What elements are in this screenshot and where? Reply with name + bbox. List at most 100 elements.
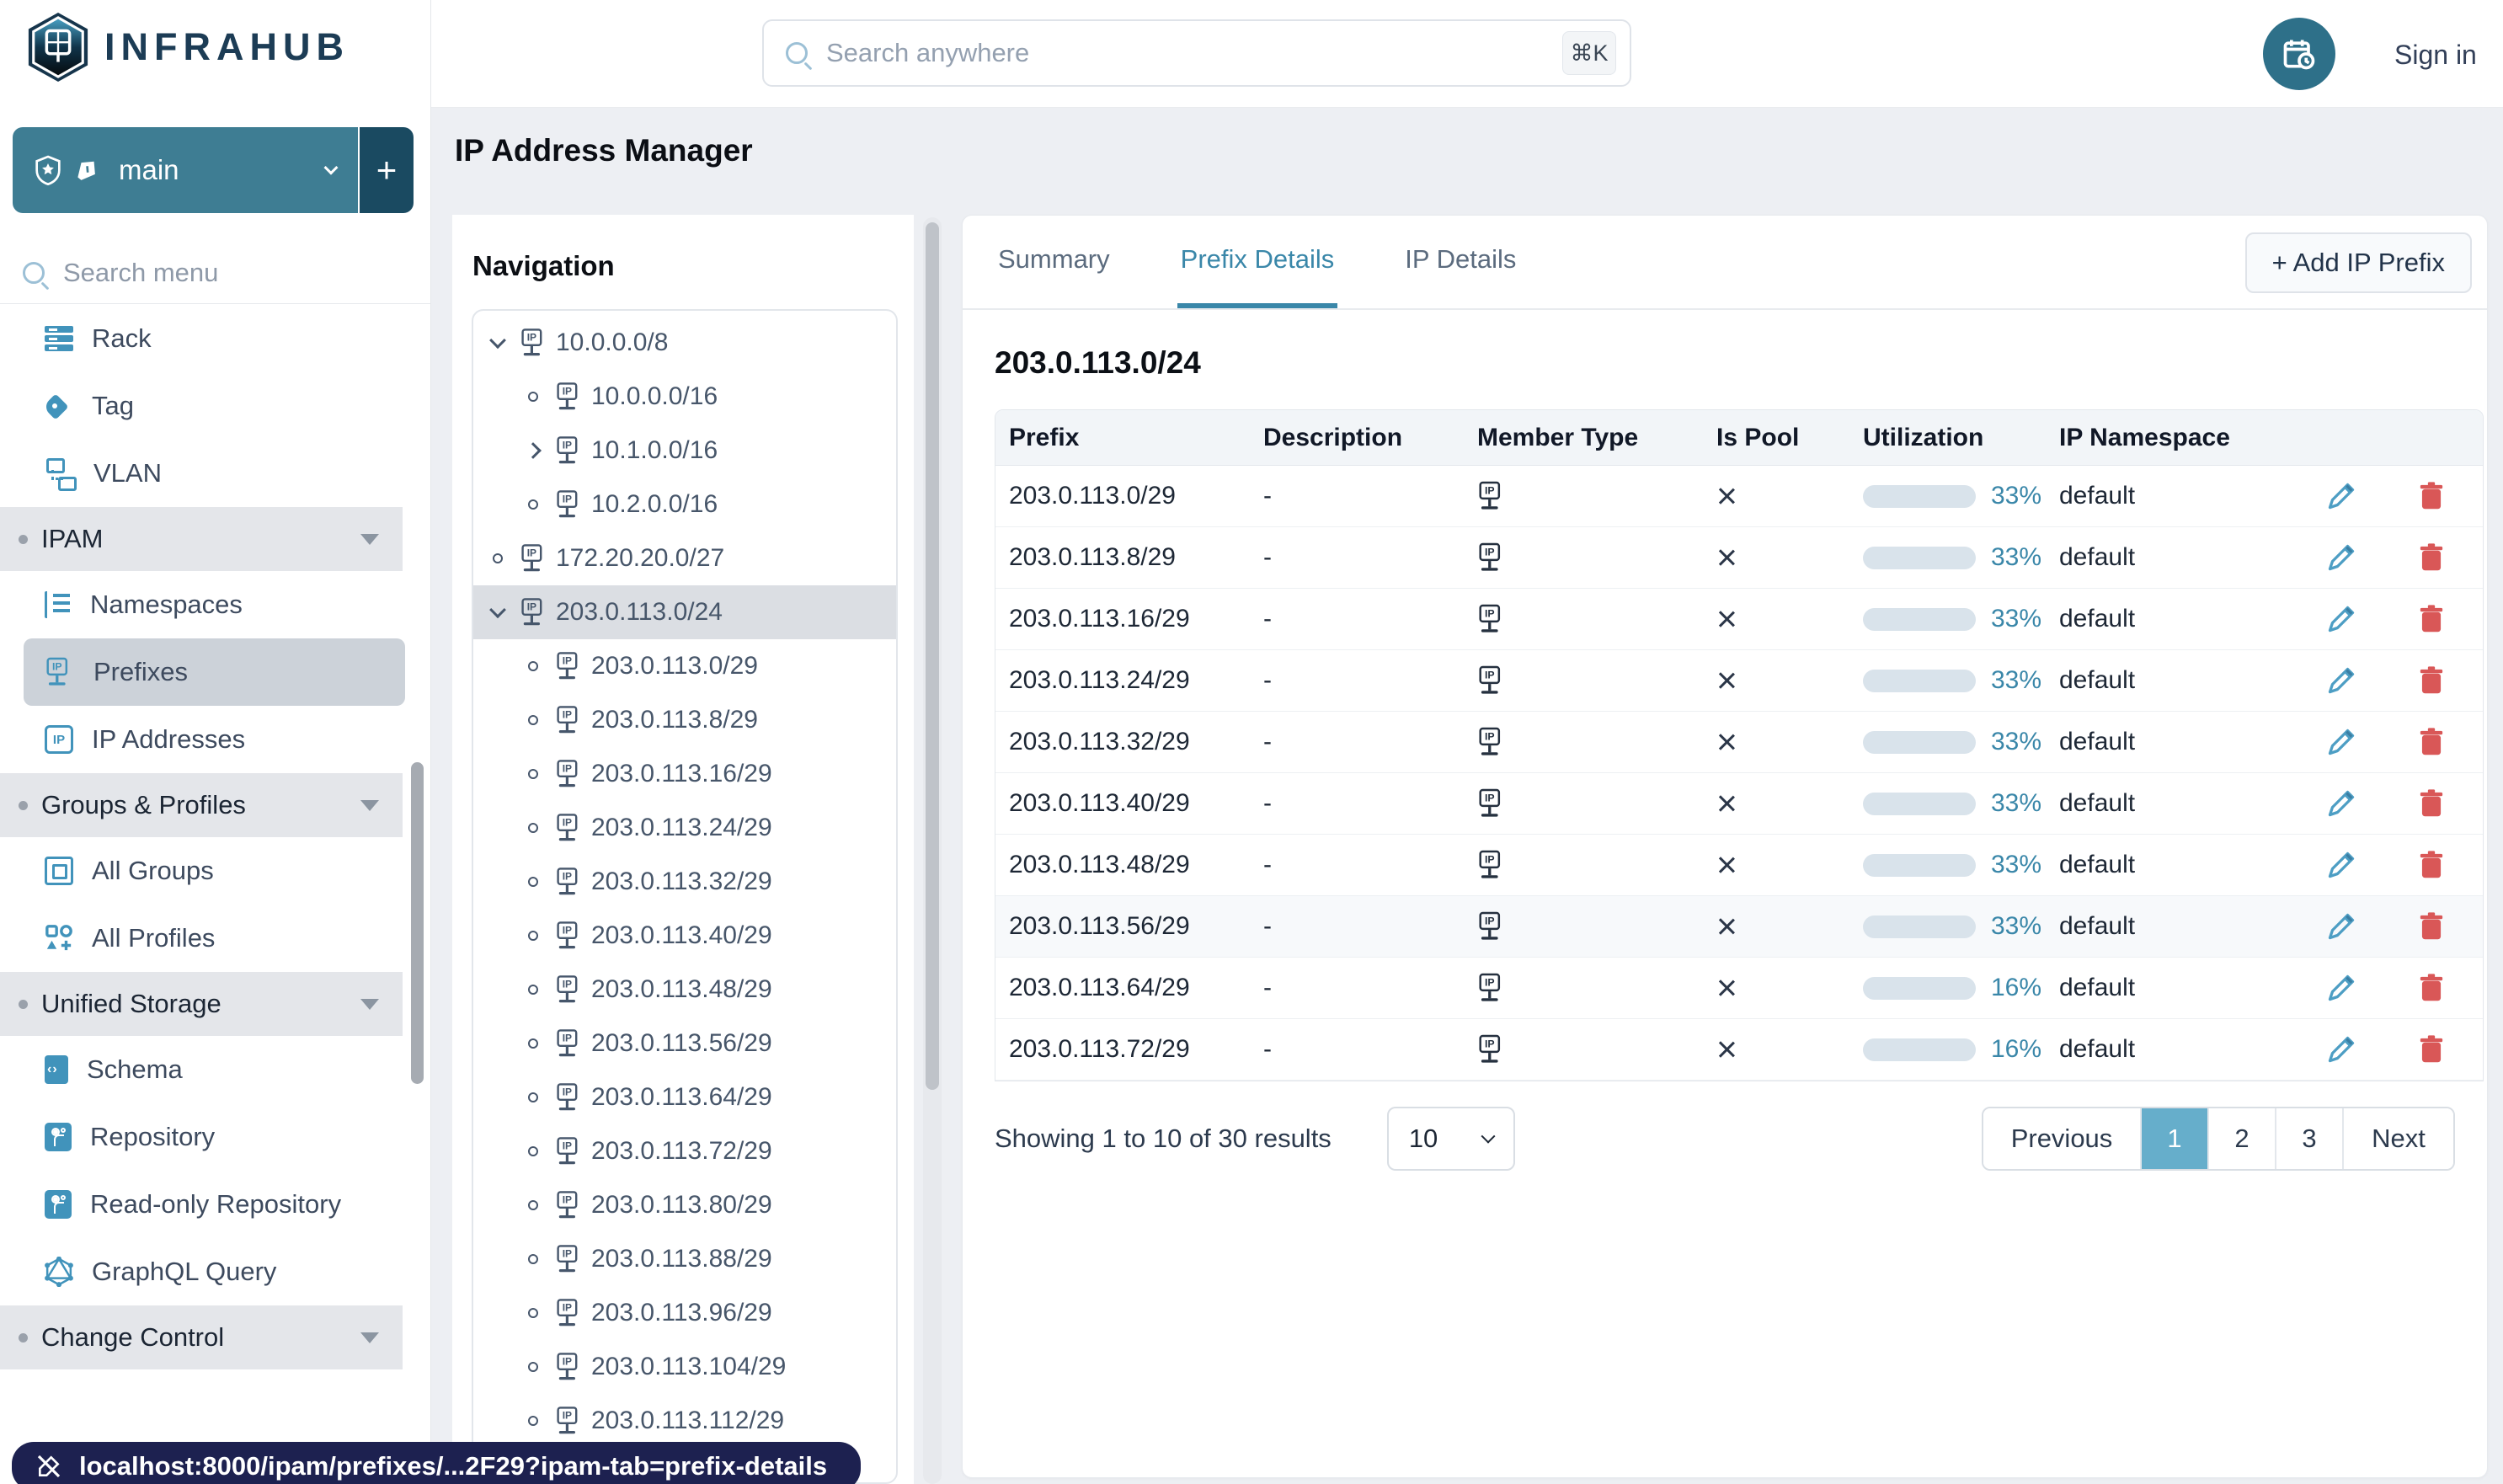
tree-item[interactable]: 10.0.0.0/8 <box>473 316 896 370</box>
tree-item[interactable]: 172.20.20.0/27 <box>473 531 896 585</box>
edit-pencil-icon[interactable] <box>2326 481 2356 511</box>
sign-in-link[interactable]: Sign in <box>2394 40 2477 71</box>
tree-item[interactable]: 203.0.113.64/29 <box>473 1070 896 1124</box>
edit-pencil-icon[interactable] <box>2326 911 2356 942</box>
edit-pencil-icon[interactable] <box>2326 542 2356 573</box>
delete-trash-icon[interactable] <box>2417 973 2446 1003</box>
tree-item[interactable]: 203.0.113.24/29 <box>473 801 896 855</box>
next-page-button[interactable]: Next <box>2342 1108 2453 1169</box>
tree-item[interactable]: 203.0.113.8/29 <box>473 693 896 747</box>
navigation-scrollbar[interactable] <box>923 217 942 1484</box>
chevron-down-icon[interactable] <box>489 601 506 619</box>
edit-pencil-icon[interactable] <box>2326 850 2356 880</box>
edit-pencil-icon[interactable] <box>2326 973 2356 1003</box>
tree-item[interactable]: 203.0.113.72/29 <box>473 1124 896 1178</box>
page-button-3[interactable]: 3 <box>2275 1108 2342 1169</box>
tree-item[interactable]: 203.0.113.56/29 <box>473 1017 896 1070</box>
cell-prefix[interactable]: 203.0.113.72/29 <box>995 1035 1250 1064</box>
sidebar-item-tag[interactable]: Tag <box>0 372 403 440</box>
delete-trash-icon[interactable] <box>2417 665 2446 696</box>
tab-ip-details[interactable]: IP Details <box>1401 216 1519 308</box>
app-logo[interactable]: INFRAHUB <box>25 10 350 84</box>
sidebar-item-vlan[interactable]: VLAN <box>0 440 403 507</box>
tree-item[interactable]: 203.0.113.16/29 <box>473 747 896 801</box>
cell-prefix[interactable]: 203.0.113.40/29 <box>995 789 1250 818</box>
sidebar-section-change-control[interactable]: Change Control <box>0 1305 403 1369</box>
tree-item[interactable]: 203.0.113.32/29 <box>473 855 896 909</box>
sidebar-section-unified-storage[interactable]: Unified Storage <box>0 972 403 1036</box>
add-ip-prefix-button[interactable]: + Add IP Prefix <box>2244 232 2472 293</box>
cell-prefix[interactable]: 203.0.113.56/29 <box>995 912 1250 941</box>
sidebar-item-graphql-query[interactable]: GraphQL Query <box>0 1238 403 1305</box>
sidebar-section-ipam[interactable]: IPAM <box>0 507 403 571</box>
tab-summary[interactable]: Summary <box>995 216 1113 308</box>
chevron-right-icon[interactable] <box>525 442 542 459</box>
table-row[interactable]: 203.0.113.48/29 - 33% default <box>995 835 2483 896</box>
edit-pencil-icon[interactable] <box>2326 665 2356 696</box>
sidebar-item-schema[interactable]: Schema <box>0 1036 403 1103</box>
page-button-1[interactable]: 1 <box>2140 1108 2207 1169</box>
tree-item[interactable]: 203.0.113.80/29 <box>473 1178 896 1232</box>
tree-item[interactable]: 10.1.0.0/16 <box>473 424 896 478</box>
tree-item-selected[interactable]: 203.0.113.0/24 <box>473 585 896 639</box>
sidebar-item-repository[interactable]: Repository <box>0 1103 403 1171</box>
delete-trash-icon[interactable] <box>2417 542 2446 573</box>
cell-prefix[interactable]: 203.0.113.32/29 <box>995 728 1250 756</box>
edit-pencil-icon[interactable] <box>2326 788 2356 819</box>
delete-trash-icon[interactable] <box>2417 727 2446 757</box>
tree-item[interactable]: 203.0.113.40/29 <box>473 909 896 963</box>
sidebar-section-groups-profiles[interactable]: Groups & Profiles <box>0 773 403 837</box>
sidebar-item-all-groups[interactable]: All Groups <box>0 837 403 905</box>
table-row[interactable]: 203.0.113.40/29 - 33% default <box>995 773 2483 835</box>
cell-prefix[interactable]: 203.0.113.48/29 <box>995 851 1250 879</box>
table-row[interactable]: 203.0.113.0/29 - 33% default <box>995 466 2483 527</box>
branch-selector-main[interactable]: main <box>13 127 358 213</box>
menu-search-input[interactable]: Search menu <box>0 242 430 304</box>
sidebar-item-all-profiles[interactable]: All Profiles <box>0 905 403 972</box>
table-row[interactable]: 203.0.113.72/29 - 16% default <box>995 1019 2483 1081</box>
tree-item[interactable]: 203.0.113.112/29 <box>473 1394 896 1448</box>
delete-trash-icon[interactable] <box>2417 911 2446 942</box>
tree-item[interactable]: 203.0.113.96/29 <box>473 1286 896 1340</box>
tab-prefix-details[interactable]: Prefix Details <box>1177 216 1338 308</box>
delete-trash-icon[interactable] <box>2417 1034 2446 1065</box>
table-row[interactable]: 203.0.113.24/29 - 33% default <box>995 650 2483 712</box>
page-button-2[interactable]: 2 <box>2207 1108 2275 1169</box>
table-row[interactable]: 203.0.113.8/29 - 33% default <box>995 527 2483 589</box>
cell-prefix[interactable]: 203.0.113.64/29 <box>995 974 1250 1002</box>
edit-pencil-icon[interactable] <box>2326 1034 2356 1065</box>
sidebar-item-namespaces[interactable]: Namespaces <box>0 571 403 638</box>
edit-pencil-icon[interactable] <box>2326 727 2356 757</box>
cell-prefix[interactable]: 203.0.113.8/29 <box>995 543 1250 572</box>
page-size-select[interactable]: 10 <box>1386 1107 1515 1171</box>
tree-item[interactable]: 203.0.113.88/29 <box>473 1232 896 1286</box>
tree-item[interactable]: 203.0.113.48/29 <box>473 963 896 1017</box>
sidebar-item-readonly-repository[interactable]: Read-only Repository <box>0 1171 403 1238</box>
table-row[interactable]: 203.0.113.56/29 - 33% default <box>995 896 2483 958</box>
tree-item[interactable]: 203.0.113.0/29 <box>473 639 896 693</box>
sidebar-item-rack[interactable]: Rack <box>0 305 403 372</box>
schedule-button[interactable] <box>2263 18 2335 90</box>
chevron-down-icon[interactable] <box>489 332 506 350</box>
delete-trash-icon[interactable] <box>2417 481 2446 511</box>
add-branch-button[interactable]: + <box>358 127 414 213</box>
delete-trash-icon[interactable] <box>2417 850 2446 880</box>
cell-prefix[interactable]: 203.0.113.24/29 <box>995 666 1250 695</box>
table-row[interactable]: 203.0.113.32/29 - 33% default <box>995 712 2483 773</box>
cell-prefix[interactable]: 203.0.113.0/29 <box>995 482 1250 510</box>
tree-item[interactable]: 203.0.113.104/29 <box>473 1340 896 1394</box>
table-row[interactable]: 203.0.113.64/29 - 16% default <box>995 958 2483 1019</box>
previous-page-button[interactable]: Previous <box>1983 1108 2140 1169</box>
delete-trash-icon[interactable] <box>2417 604 2446 634</box>
edit-pencil-icon[interactable] <box>2326 604 2356 634</box>
branch-selector[interactable]: main + <box>13 127 414 213</box>
navigation-scrollbar-thumb[interactable] <box>926 222 939 1090</box>
cell-prefix[interactable]: 203.0.113.16/29 <box>995 605 1250 633</box>
sidebar-item-prefixes[interactable]: Prefixes <box>24 638 405 706</box>
global-search-input[interactable]: Search anywhere ⌘K <box>762 19 1631 87</box>
delete-trash-icon[interactable] <box>2417 788 2446 819</box>
tree-item[interactable]: 10.0.0.0/16 <box>473 370 896 424</box>
sidebar-item-ip-addresses[interactable]: IP Addresses <box>0 706 403 773</box>
sidebar-scrollbar[interactable] <box>411 762 424 1084</box>
tree-item[interactable]: 10.2.0.0/16 <box>473 478 896 531</box>
